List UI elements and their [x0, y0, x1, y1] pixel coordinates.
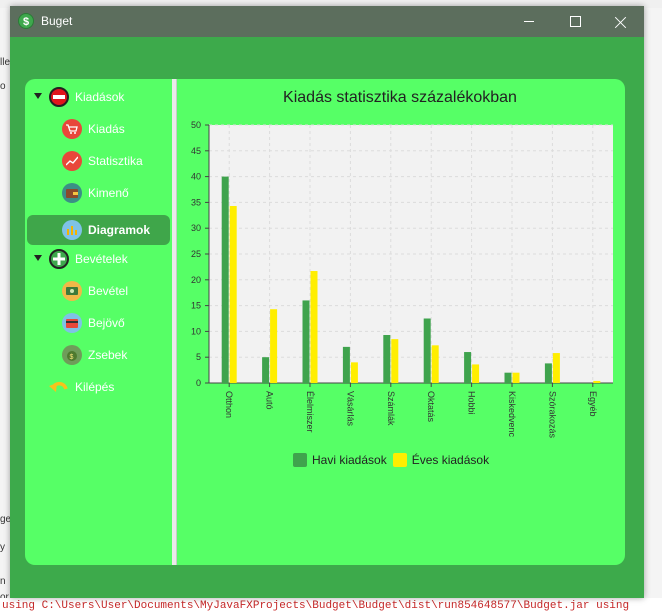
x-tick-label: Hobbi — [467, 391, 477, 415]
background-fragment: y — [0, 542, 5, 553]
window-title: Buget — [41, 14, 73, 28]
app-window: $ Buget Kiadások Kiadás Statisztika Kime… — [10, 6, 644, 598]
y-tick-label: 50 — [191, 120, 201, 130]
legend-label: Havi kiadások — [312, 453, 387, 467]
legend-entry-yearly: Éves kiadások — [392, 453, 490, 467]
dollar-coin-icon: $ — [18, 13, 34, 29]
bar-yearly — [431, 345, 439, 383]
legend-swatch — [293, 453, 307, 467]
legend-label: Éves kiadások — [411, 453, 490, 467]
bar-monthly — [423, 318, 431, 383]
x-tick-label: Otthon — [224, 391, 234, 418]
bar-yearly — [310, 271, 318, 383]
bar-chart: 0 5 10 15 20 25 30 35 40 45 50 Otthon Autó Élelmiszer… — [191, 120, 613, 439]
bar-yearly — [391, 339, 399, 383]
y-tick-label: 0 — [196, 378, 201, 388]
bar-yearly — [229, 206, 237, 383]
y-tick-label: 10 — [191, 326, 201, 336]
x-tick-label: Egyéb — [588, 391, 598, 417]
bar-monthly — [544, 363, 552, 383]
close-icon — [615, 16, 627, 28]
legend-entry-monthly: Havi kiadások — [293, 453, 387, 467]
bar-monthly — [302, 300, 310, 383]
maximize-icon — [569, 16, 581, 27]
background-fragment: o — [0, 81, 6, 92]
y-tick-label: 25 — [191, 249, 201, 259]
maximize-button[interactable] — [552, 6, 598, 37]
bar-yearly — [472, 364, 480, 383]
background-fragment: lle — [0, 57, 11, 68]
bar-monthly — [464, 352, 472, 383]
bar-monthly — [221, 176, 229, 383]
legend-swatch — [392, 453, 407, 467]
minimize-icon — [524, 21, 534, 22]
background-ide-left: lle o ge y n or — [0, 8, 11, 603]
x-tick-label: Élelmiszer — [305, 391, 315, 433]
y-tick-label: 20 — [191, 275, 201, 285]
x-tick-label: Kiskedvenc — [507, 391, 517, 438]
bar-yearly — [552, 353, 560, 383]
bar-monthly — [262, 357, 270, 383]
y-tick-label: 5 — [196, 352, 201, 362]
close-button[interactable] — [598, 6, 644, 37]
background-fragment: n — [0, 576, 6, 587]
chart-legend: Havi kiadások Éves kiadások — [293, 453, 495, 467]
y-tick-label: 45 — [191, 146, 201, 156]
x-tick-label: Vásárlás — [345, 391, 355, 427]
y-tick-label: 40 — [191, 172, 201, 182]
x-tick-label: Oktatás — [426, 391, 436, 423]
bar-yearly — [512, 372, 520, 383]
x-tick-label: Autó — [265, 391, 275, 410]
bar-monthly — [383, 335, 391, 383]
x-tick-label: Szórakozás — [547, 391, 557, 439]
title-bar[interactable]: $ Buget — [10, 6, 644, 37]
bar-monthly — [504, 372, 512, 383]
y-tick-label: 35 — [191, 197, 201, 207]
bar-yearly — [350, 362, 358, 383]
bar-monthly — [342, 346, 350, 383]
minimize-button[interactable] — [506, 6, 552, 37]
background-console-output: using C:\Users\User\Documents\MyJavaFXPr… — [0, 598, 662, 614]
y-tick-label: 30 — [191, 223, 201, 233]
bar-yearly — [593, 380, 601, 383]
bar-yearly — [270, 309, 278, 383]
background-ide-right — [644, 8, 662, 598]
y-tick-label: 15 — [191, 301, 201, 311]
main-panel: Kiadások Kiadás Statisztika Kimenő Diagr… — [25, 79, 625, 565]
x-tick-label: Számlák — [386, 391, 396, 426]
